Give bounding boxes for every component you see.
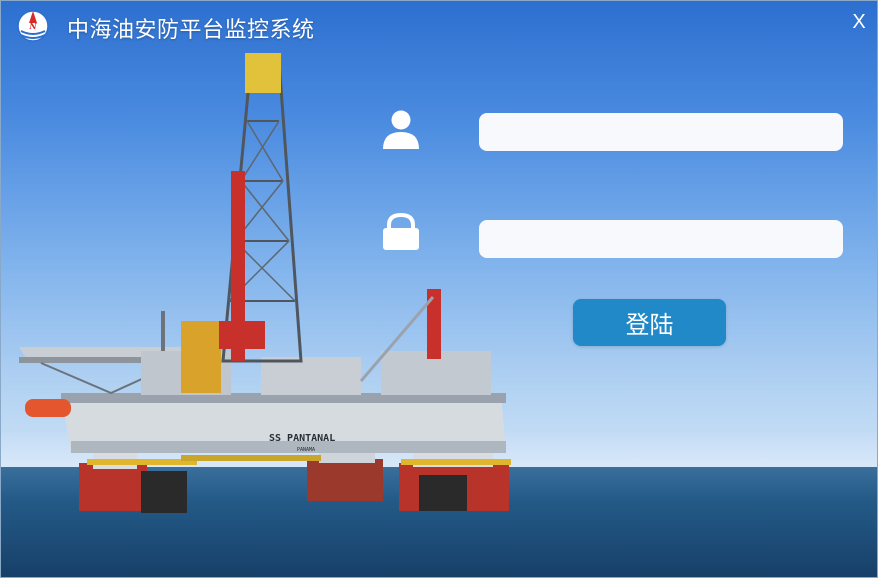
user-icon xyxy=(383,110,419,149)
close-button[interactable]: X xyxy=(847,9,871,35)
lock-icon xyxy=(383,213,419,250)
login-button[interactable]: 登陆 xyxy=(573,299,726,346)
cnooc-logo-icon: N xyxy=(17,10,49,42)
svg-text:N: N xyxy=(28,21,37,31)
window-title: 中海油安防平台监控系统 xyxy=(67,18,315,43)
password-input[interactable] xyxy=(479,220,843,258)
rig-flag-label: PANAMA xyxy=(297,447,315,453)
rig-name-label: SS PANTANAL xyxy=(269,433,335,444)
offshore-rig-image: SS PANTANAL PANAMA xyxy=(19,53,511,513)
login-window: SS PANTANAL PANAMA N 中海油安防平台监控系统 X 登陆 xyxy=(0,0,878,578)
username-input[interactable] xyxy=(479,113,843,151)
